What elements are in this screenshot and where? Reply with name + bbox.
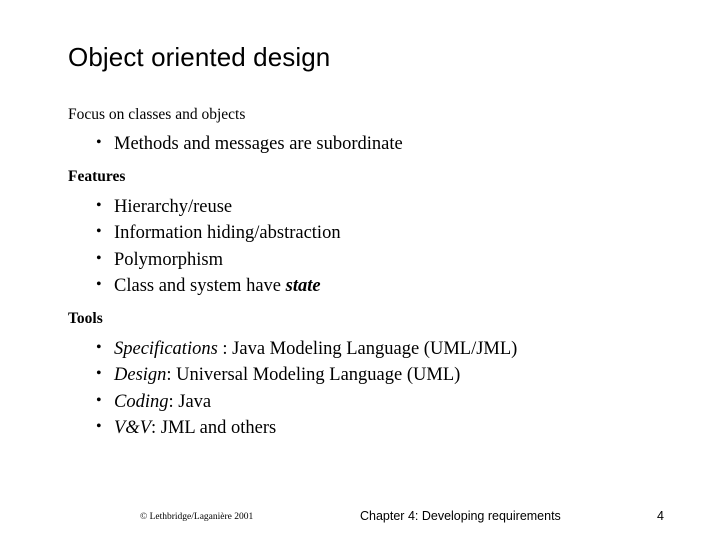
list-item: • Class and system have state [68,273,658,300]
bullet-dot-icon: • [96,134,102,152]
list-item: • Information hiding/abstraction [68,220,658,247]
list-item-label: : Java Modeling Language (UML/JML) [217,338,518,359]
list-item-label: Information hiding/abstraction [114,223,341,244]
list-item: • Design: Universal Modeling Language (U… [68,362,658,389]
list-item-label: : Java [168,391,212,412]
footer-page-number: 4 [657,509,664,523]
bullet-dot-icon: • [96,365,102,383]
bullet-dot-icon: • [96,338,102,356]
list-item-label: Class and system have [114,276,286,297]
list-item: • Hierarchy/reuse [68,194,658,221]
list-item: • Coding: Java [68,389,658,416]
list-item: • Methods and messages are subordinate [68,131,658,158]
bullet-dot-icon: • [96,276,102,294]
list-item-lead: V&V [114,418,151,439]
slide-footer: © Lethbridge/Laganière 2001 Chapter 4: D… [0,505,720,535]
list-item-label: Methods and messages are subordinate [114,134,403,155]
bullet-dot-icon: • [96,418,102,436]
list-item: • Specifications : Java Modeling Languag… [68,336,658,363]
page-title: Object oriented design [68,42,331,72]
slide-body: Focus on classes and objects • Methods a… [68,104,658,442]
bullet-list-focus: • Methods and messages are subordinate [68,131,658,158]
list-item-lead: Specifications [114,338,218,359]
list-item: • V&V: JML and others [68,415,658,442]
list-item-label: : Universal Modeling Language (UML) [166,365,461,386]
list-item-lead: Coding [114,391,169,412]
slide: Object oriented design Focus on classes … [0,0,720,540]
list-item: • Polymorphism [68,247,658,274]
list-item-label: Hierarchy/reuse [114,196,233,217]
footer-copyright: © Lethbridge/Laganière 2001 [140,512,254,522]
bullet-dot-icon: • [96,223,102,241]
bullet-dot-icon: • [96,196,102,214]
list-item-lead: Design [114,365,167,386]
bullet-dot-icon: • [96,249,102,267]
section-heading-tools: Tools [68,310,103,328]
footer-chapter: Chapter 4: Developing requirements [360,509,561,523]
bullet-list-features: • Hierarchy/reuse • Information hiding/a… [68,194,658,301]
list-item-label: : JML and others [151,418,277,439]
section-heading-features: Features [68,168,126,186]
list-item-label: Polymorphism [114,249,223,270]
bullet-list-tools: • Specifications : Java Modeling Languag… [68,336,658,443]
bullet-dot-icon: • [96,391,102,409]
section-heading-focus: Focus on classes and objects [68,106,246,123]
list-item-emphasis: state [285,276,321,297]
